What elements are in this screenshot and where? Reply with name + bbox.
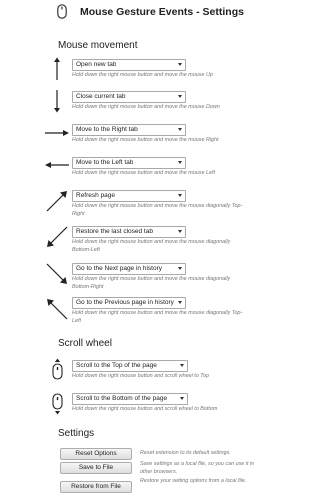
gesture-select-down-right[interactable]: Go to the Next page in history (72, 263, 186, 275)
gesture-select-down-left[interactable]: Restore the last closed tab (72, 226, 186, 238)
arrow-up-icon (52, 57, 62, 81)
gesture-select-up[interactable]: Open new tab (72, 59, 186, 71)
arrow-down-right-icon (46, 263, 68, 285)
save-to-file-button[interactable]: Save to File (60, 462, 132, 474)
gesture-select-down[interactable]: Close current tab (72, 91, 186, 103)
wheel-select-bottom[interactable]: Scroll to the Bottom of the page (72, 393, 188, 405)
mouse-icon (57, 4, 67, 19)
save-to-file-desc: Save settings as a local file, so you ca… (140, 461, 255, 475)
gesture-select-up-right[interactable]: Refresh page (72, 190, 186, 202)
gesture-desc-up-right: Hold down the right mouse button and mov… (72, 203, 243, 217)
gesture-desc-down-left: Hold down the right mouse button and mov… (72, 239, 231, 253)
arrow-right-icon (44, 128, 70, 138)
gesture-select-right[interactable]: Move to the Right tab (72, 124, 186, 136)
gesture-desc-up-left: Hold down the right mouse button and mov… (72, 310, 243, 324)
arrow-down-left-icon (46, 226, 68, 248)
header: Mouse Gesture Events - Settings (0, 0, 299, 24)
gesture-desc-down: Hold down the right mouse button and mov… (72, 104, 220, 110)
reset-options-desc: Reset extension to its default settings. (140, 450, 231, 456)
gesture-desc-up: Hold down the right mouse button and mov… (72, 72, 213, 78)
wheel-desc-top: Hold down the right mouse button and scr… (72, 373, 210, 379)
arrow-up-right-icon (46, 190, 68, 212)
reset-options-button[interactable]: Reset Options (60, 448, 132, 460)
gesture-select-left[interactable]: Move to the Left tab (72, 157, 186, 169)
section-title-settings: Settings (58, 428, 95, 439)
restore-from-file-desc: Restore your setting options from a loca… (140, 478, 247, 484)
gesture-desc-down-right: Hold down the right mouse button and mov… (72, 276, 231, 290)
section-title-scroll-wheel: Scroll wheel (58, 338, 112, 349)
section-title-mouse-movement: Mouse movement (58, 40, 138, 51)
restore-from-file-button[interactable]: Restore from File (60, 481, 132, 493)
gesture-select-up-left[interactable]: Go to the Previous page in history (72, 297, 186, 309)
wheel-desc-bottom: Hold down the right mouse button and scr… (72, 406, 218, 412)
gesture-desc-left: Hold down the right mouse button and mov… (72, 170, 215, 176)
arrow-up-left-icon (46, 298, 68, 320)
wheel-select-top[interactable]: Scroll to the Top of the page (72, 360, 188, 372)
gesture-desc-right: Hold down the right mouse button and mov… (72, 137, 219, 143)
arrow-left-icon (44, 160, 70, 170)
page-title: Mouse Gesture Events - Settings (80, 6, 244, 18)
arrow-down-icon (52, 89, 62, 113)
scroll-up-icon (52, 358, 63, 380)
scroll-down-icon (52, 393, 63, 415)
